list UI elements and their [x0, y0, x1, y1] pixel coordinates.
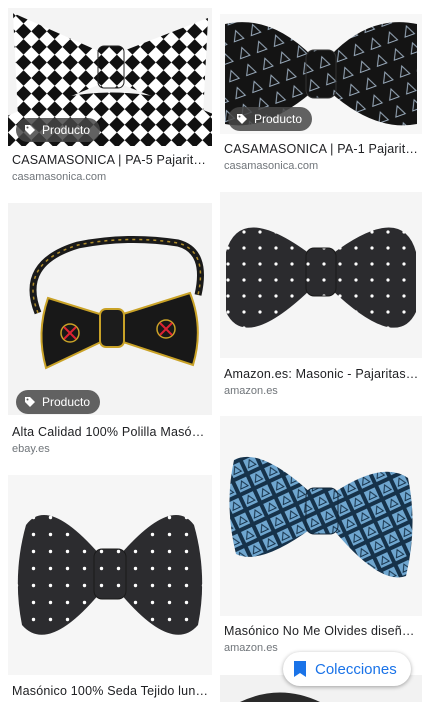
product-badge-label: Producto [42, 395, 91, 409]
product-badge: Producto [16, 390, 101, 414]
result-source: ebay.es [12, 443, 50, 455]
polka-dot-bow-tie-image [220, 192, 422, 358]
result-card-3[interactable]: Producto Alta Calidad 100% Polilla Masón… [8, 203, 212, 459]
result-image[interactable] [220, 416, 422, 616]
product-badge: Producto [16, 118, 101, 142]
result-title[interactable]: CASAMASONICA | PA-1 Pajarita ... [224, 142, 420, 156]
result-title[interactable]: Alta Calidad 100% Polilla Masóni... [12, 425, 210, 439]
result-title[interactable]: CASAMASONICA | PA-5 Pajarita ... [12, 153, 210, 167]
product-badge-label: Producto [254, 112, 303, 126]
product-badge-label: Producto [42, 123, 91, 137]
result-image[interactable] [8, 475, 212, 675]
bookmark-icon [294, 661, 306, 677]
result-title[interactable]: Masónico No Me Olvides diseño ... [224, 624, 420, 638]
result-card-5[interactable]: Masónico 100% Seda Tejido luna... [8, 475, 212, 702]
result-image[interactable] [220, 192, 422, 358]
result-card-2[interactable]: Producto CASAMASONICA | PA-1 Pajarita ..… [220, 14, 422, 176]
result-source: amazon.es [224, 385, 278, 397]
tag-icon [25, 397, 35, 407]
tag-icon [237, 114, 247, 124]
result-title[interactable]: Amazon.es: Masonic - Pajaritas ... [224, 367, 420, 381]
result-card-1[interactable]: Producto CASAMASONICA | PA-5 Pajarita ..… [8, 8, 212, 188]
result-card-4[interactable]: Amazon.es: Masonic - Pajaritas ... amazo… [220, 192, 422, 402]
tag-icon [25, 125, 35, 135]
result-source: casamasonica.com [224, 160, 319, 172]
result-card-6[interactable]: Masónico No Me Olvides diseño ... amazon… [220, 416, 422, 660]
result-image[interactable] [8, 203, 212, 415]
collections-label: Colecciones [315, 660, 397, 678]
result-source: amazon.es [224, 642, 278, 654]
embroidered-bow-tie-image [8, 203, 212, 415]
blue-masonic-bow-tie-image [220, 416, 422, 616]
polka-dot-bow-tie-image [8, 475, 212, 675]
product-badge: Producto [228, 107, 313, 131]
result-source: casamasonica.com [12, 171, 107, 183]
result-title[interactable]: Masónico 100% Seda Tejido luna... [12, 684, 210, 698]
collections-button[interactable]: Colecciones [283, 652, 411, 686]
